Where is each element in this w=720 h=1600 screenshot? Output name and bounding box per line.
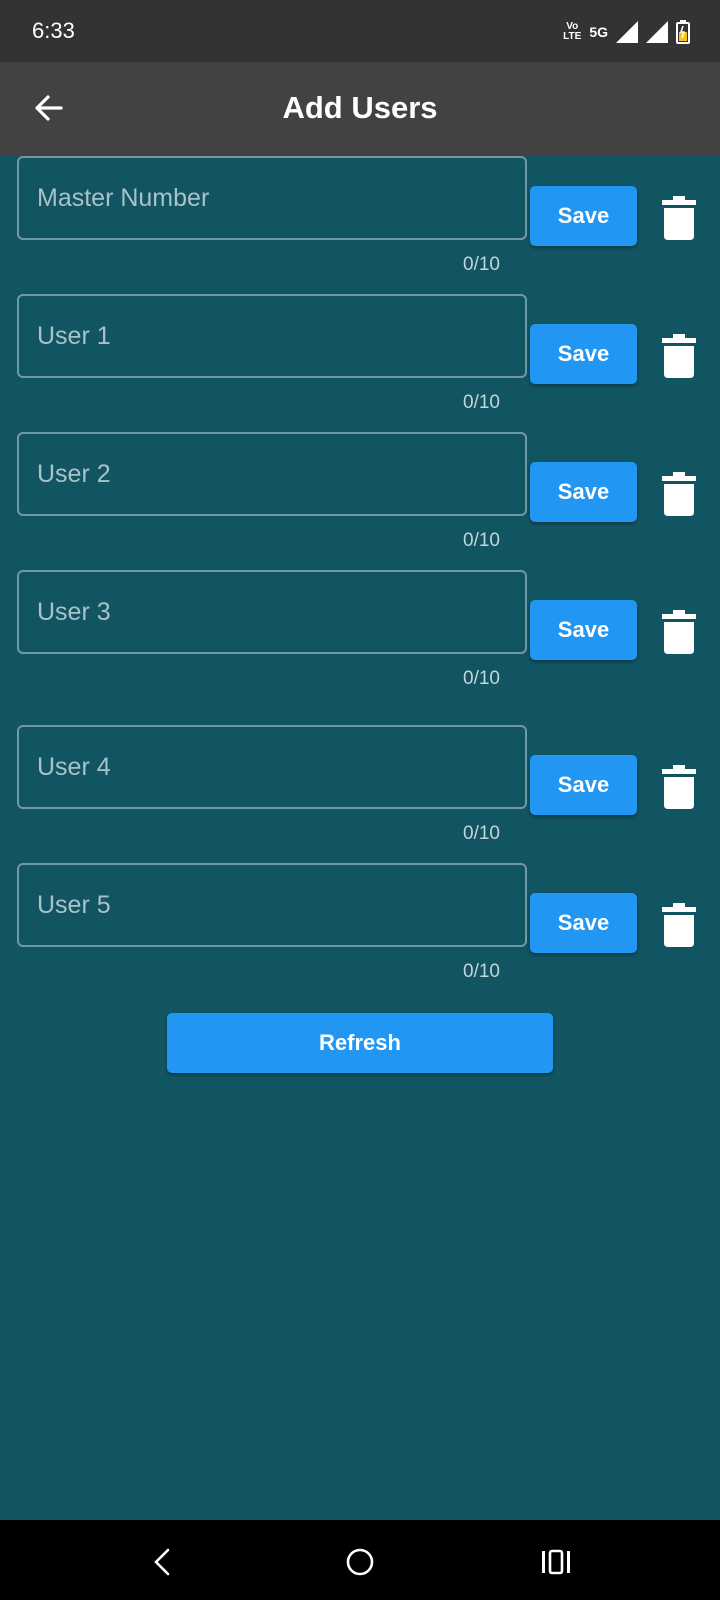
user-row-master: 0/10 Save xyxy=(0,156,720,286)
save-button[interactable]: Save xyxy=(530,462,637,522)
user-3-input[interactable] xyxy=(17,570,527,654)
user-1-input[interactable] xyxy=(17,294,527,378)
save-button[interactable]: Save xyxy=(530,755,637,815)
battery-icon xyxy=(676,20,690,44)
user-row-5: 0/10 Save xyxy=(0,863,720,993)
circle-home-icon xyxy=(346,1548,374,1576)
user-2-input[interactable] xyxy=(17,432,527,516)
delete-button[interactable] xyxy=(654,328,704,384)
chevron-left-icon xyxy=(154,1548,170,1576)
user-row-2: 0/10 Save xyxy=(0,432,720,562)
delete-button[interactable] xyxy=(654,759,704,815)
user-5-input[interactable] xyxy=(17,863,527,947)
network-type-label: 5G xyxy=(589,24,608,40)
status-bar: 6:33 Vo LTE 5G xyxy=(0,0,720,62)
nav-home-button[interactable] xyxy=(338,1540,382,1584)
trash-icon xyxy=(662,610,696,654)
nav-recents-button[interactable] xyxy=(534,1540,578,1584)
app-bar: Add Users xyxy=(0,62,720,156)
character-counter: 0/10 xyxy=(463,392,500,413)
volte-icon: Vo LTE xyxy=(563,22,581,42)
user-row-3: 0/10 Save xyxy=(0,570,720,700)
delete-button[interactable] xyxy=(654,466,704,522)
save-button[interactable]: Save xyxy=(530,600,637,660)
user-4-input[interactable] xyxy=(17,725,527,809)
status-time: 6:33 xyxy=(32,18,75,43)
page-title: Add Users xyxy=(282,90,438,125)
character-counter: 0/10 xyxy=(463,961,500,982)
save-button[interactable]: Save xyxy=(530,893,637,953)
character-counter: 0/10 xyxy=(463,668,500,689)
save-button[interactable]: Save xyxy=(530,186,637,246)
nav-back-button[interactable] xyxy=(140,1540,184,1584)
master-number-input[interactable] xyxy=(17,156,527,240)
trash-icon xyxy=(662,765,696,809)
character-counter: 0/10 xyxy=(463,530,500,551)
delete-button[interactable] xyxy=(654,604,704,660)
trash-icon xyxy=(662,903,696,947)
delete-button[interactable] xyxy=(654,897,704,953)
trash-icon xyxy=(662,196,696,240)
character-counter: 0/10 xyxy=(463,823,500,844)
system-navigation-bar xyxy=(0,1520,720,1600)
volte-bottom-label: LTE xyxy=(563,31,582,42)
trash-icon xyxy=(662,472,696,516)
signal-icon-2 xyxy=(646,21,668,43)
delete-button[interactable] xyxy=(654,190,704,246)
refresh-button[interactable]: Refresh xyxy=(167,1013,553,1073)
user-row-4: 0/10 Save xyxy=(0,725,720,855)
recents-icon xyxy=(542,1549,570,1575)
save-button[interactable]: Save xyxy=(530,324,637,384)
user-row-1: 0/10 Save xyxy=(0,294,720,424)
signal-icon xyxy=(616,21,638,43)
character-counter: 0/10 xyxy=(463,254,500,275)
trash-icon xyxy=(662,334,696,378)
status-icons: Vo LTE 5G xyxy=(563,18,690,46)
